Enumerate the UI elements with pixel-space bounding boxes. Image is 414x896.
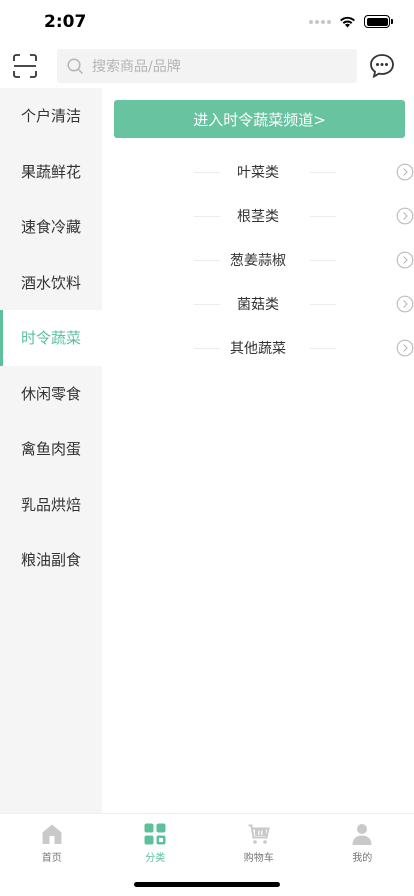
subcategory-label: 叶菜类 bbox=[237, 165, 279, 181]
divider bbox=[310, 348, 336, 349]
search-input[interactable]: 搜索商品/品牌 bbox=[57, 49, 357, 83]
divider bbox=[194, 260, 220, 261]
message-icon[interactable] bbox=[368, 52, 396, 80]
sidebar-item[interactable]: 乳品烘焙 bbox=[0, 477, 102, 533]
subcategory-list: 叶菜类 根茎类 葱姜蒜椒 菌菇类 其他蔬菜 bbox=[102, 150, 414, 370]
subcategory-item[interactable]: 葱姜蒜椒 bbox=[102, 238, 414, 282]
battery-icon bbox=[364, 15, 393, 28]
tab-label: 分类 bbox=[145, 853, 166, 864]
wifi-icon bbox=[340, 16, 355, 27]
subcategory-label: 菌菇类 bbox=[237, 297, 279, 313]
sidebar-item[interactable]: 个户清洁 bbox=[0, 88, 102, 144]
sidebar-item[interactable]: 果蔬鲜花 bbox=[0, 144, 102, 200]
header: 搜索商品/品牌 bbox=[0, 44, 414, 88]
search-icon bbox=[67, 57, 84, 74]
subcategory-item[interactable]: 菌菇类 bbox=[102, 282, 414, 326]
subcategory-label: 其他蔬菜 bbox=[230, 341, 286, 357]
subcategory-item[interactable]: 叶菜类 bbox=[102, 150, 414, 194]
divider bbox=[310, 260, 336, 261]
signal-icon bbox=[309, 19, 331, 24]
sidebar-item[interactable]: 速食冷藏 bbox=[0, 199, 102, 255]
divider bbox=[310, 172, 336, 173]
subcategory-label: 根茎类 bbox=[237, 209, 279, 225]
divider bbox=[310, 304, 336, 305]
sidebar-item[interactable]: 酒水饮料 bbox=[0, 255, 102, 311]
subcategory-item[interactable]: 其他蔬菜 bbox=[102, 326, 414, 370]
scan-icon[interactable] bbox=[12, 53, 38, 79]
sidebar-item[interactable]: 休闲零食 bbox=[0, 366, 102, 422]
status-time: 2:07 bbox=[44, 12, 87, 32]
cart-icon bbox=[248, 824, 270, 844]
status-icons bbox=[309, 15, 393, 28]
tab-label: 首页 bbox=[41, 853, 62, 864]
tab-profile[interactable]: 我的 bbox=[311, 814, 414, 896]
divider bbox=[310, 216, 336, 217]
chevron-right-circle-icon bbox=[396, 207, 414, 225]
sidebar-item[interactable]: 粮油副食 bbox=[0, 532, 102, 588]
subcategory-label: 葱姜蒜椒 bbox=[230, 253, 286, 269]
subcategory-item[interactable]: 根茎类 bbox=[102, 194, 414, 238]
chevron-right-circle-icon bbox=[396, 163, 414, 181]
divider bbox=[194, 216, 220, 217]
category-content: 进入时令蔬菜频道> 叶菜类 根茎类 葱姜蒜椒 菌菇类 其他蔬菜 bbox=[102, 88, 414, 813]
category-grid-icon bbox=[144, 823, 166, 845]
chevron-right-circle-icon bbox=[396, 339, 414, 357]
chevron-right-circle-icon bbox=[396, 251, 414, 269]
sidebar-item[interactable]: 禽鱼肉蛋 bbox=[0, 421, 102, 477]
sidebar-item-active[interactable]: 时令蔬菜 bbox=[0, 310, 102, 366]
home-indicator bbox=[134, 882, 280, 887]
user-icon bbox=[352, 824, 372, 845]
chevron-right-circle-icon bbox=[396, 295, 414, 313]
status-bar: 2:07 bbox=[0, 0, 414, 44]
divider bbox=[194, 172, 220, 173]
tab-home[interactable]: 首页 bbox=[0, 814, 104, 896]
tab-label: 我的 bbox=[352, 853, 373, 864]
enter-channel-button[interactable]: 进入时令蔬菜频道> bbox=[114, 100, 405, 138]
tab-label: 购物车 bbox=[243, 853, 274, 864]
divider bbox=[194, 304, 220, 305]
home-icon bbox=[42, 824, 62, 844]
divider bbox=[194, 348, 220, 349]
category-sidebar: 个户清洁 果蔬鲜花 速食冷藏 酒水饮料 时令蔬菜 休闲零食 禽鱼肉蛋 乳品烘焙 … bbox=[0, 88, 102, 813]
search-placeholder: 搜索商品/品牌 bbox=[92, 59, 181, 75]
